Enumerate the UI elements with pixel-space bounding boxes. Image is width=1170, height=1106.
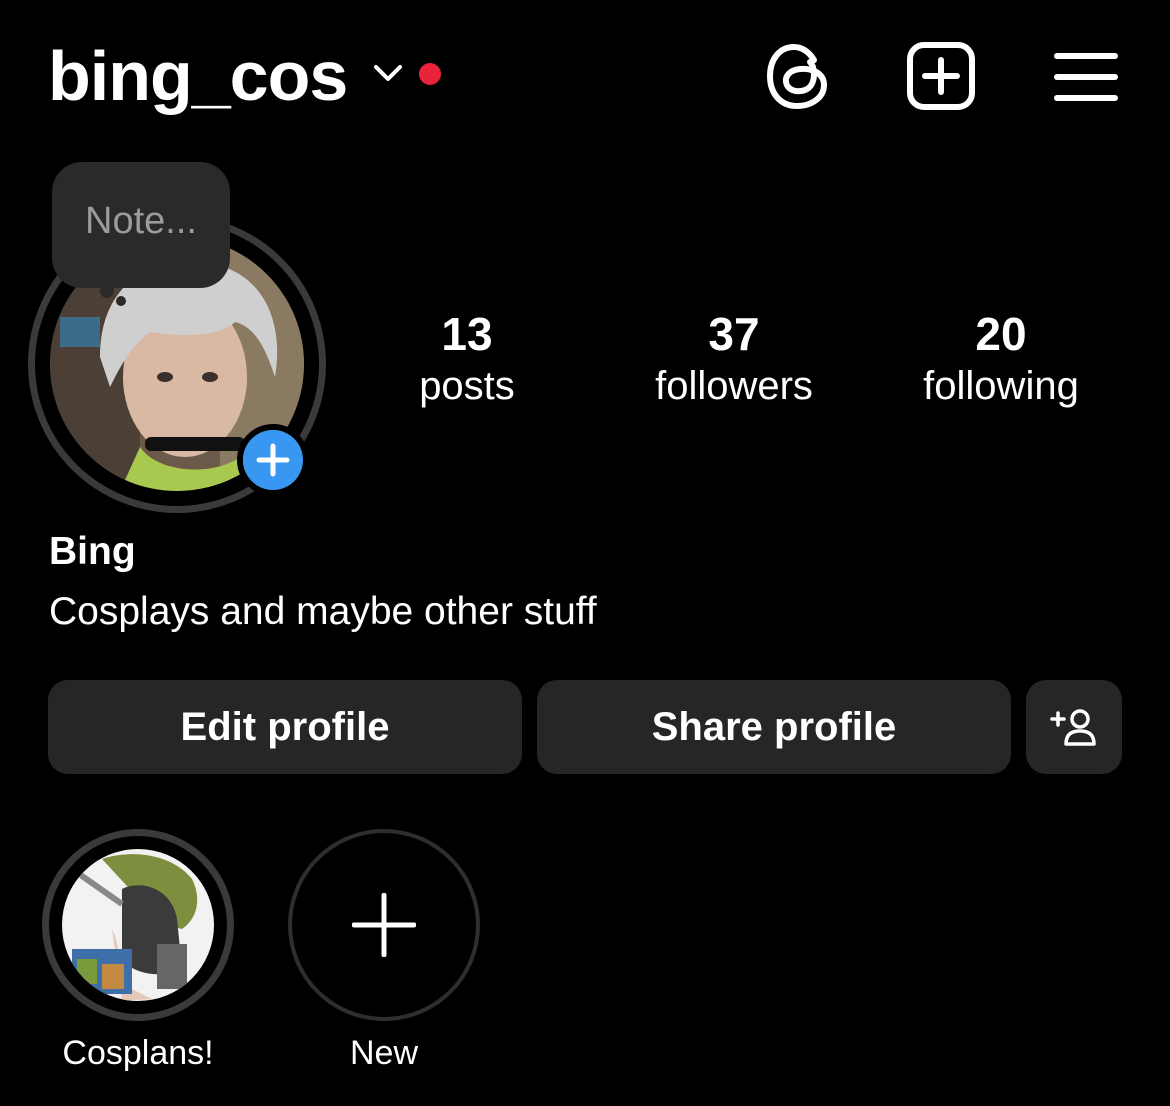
stat-label: posts xyxy=(419,364,515,408)
highlight-cover-image[interactable] xyxy=(62,849,214,1001)
menu-icon[interactable] xyxy=(1053,46,1119,112)
add-story-button[interactable] xyxy=(237,424,309,496)
chevron-down-icon[interactable] xyxy=(372,62,404,84)
stat-label: followers xyxy=(655,364,813,408)
stat-value: 37 xyxy=(708,308,760,360)
share-profile-button[interactable]: Share profile xyxy=(537,680,1011,774)
note-bubble[interactable]: Note... xyxy=(52,162,230,288)
note-tail xyxy=(100,284,114,298)
profile-name: Bing xyxy=(49,530,136,573)
highlight-label: Cosplans! xyxy=(62,1034,214,1072)
profile-bio: Cosplays and maybe other stuff xyxy=(49,590,597,633)
discover-people-button[interactable] xyxy=(1026,680,1122,774)
add-person-icon xyxy=(1050,709,1096,746)
new-post-icon[interactable] xyxy=(905,40,977,112)
note-placeholder: Note... xyxy=(85,200,197,242)
edit-profile-button[interactable]: Edit profile xyxy=(48,680,522,774)
stat-value: 13 xyxy=(441,308,493,360)
notification-dot xyxy=(419,63,441,85)
stat-value: 20 xyxy=(975,308,1027,360)
stat-following[interactable]: 20 following xyxy=(881,306,1121,410)
stat-posts[interactable]: 13 posts xyxy=(347,306,587,410)
profile-username[interactable]: bing_cos xyxy=(48,34,348,118)
plus-icon xyxy=(352,893,416,957)
threads-icon[interactable] xyxy=(764,40,832,112)
new-highlight-button[interactable] xyxy=(288,829,480,1021)
stat-followers[interactable]: 37 followers xyxy=(614,306,854,410)
note-tail-small xyxy=(116,296,126,306)
stat-label: following xyxy=(923,364,1079,408)
highlight-label: New xyxy=(349,1034,419,1072)
